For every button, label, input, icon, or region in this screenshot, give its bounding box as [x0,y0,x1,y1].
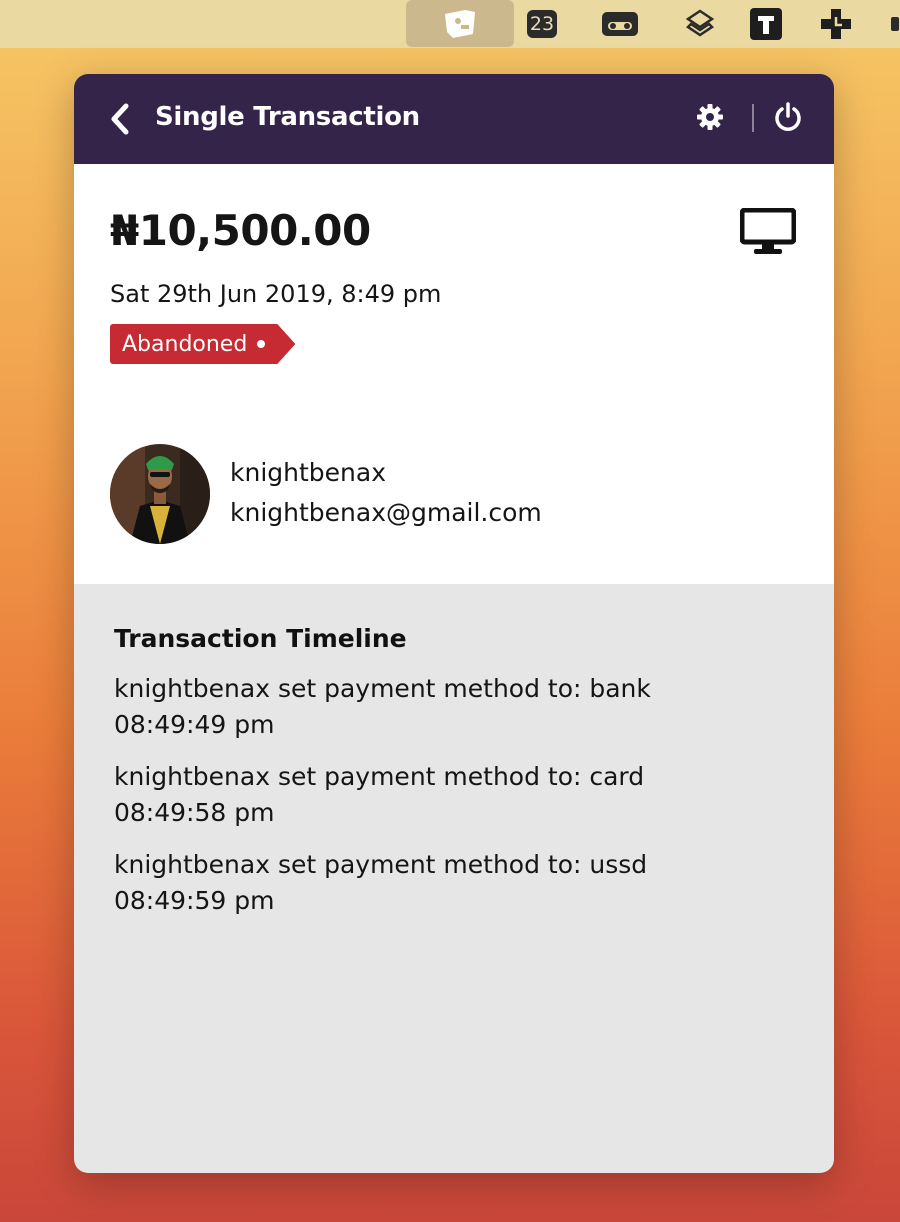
settings-button[interactable] [696,103,724,131]
plus-cross-icon [819,7,853,41]
transaction-datetime: Sat 29th Jun 2019, 8:49 pm [110,280,442,308]
app-tag-icon [441,8,479,40]
logout-button[interactable] [773,102,803,132]
desktop-monitor-icon [739,207,797,256]
menubar-item-tag-app[interactable] [406,0,514,47]
timeline-event-text: knightbenax set payment method to: card [114,762,645,791]
header-divider [752,104,754,132]
layers-icon [684,8,716,40]
timeline-event-time: 08:49:49 pm [114,710,275,739]
menubar-item-overflow[interactable] [890,0,900,48]
panel-header: Single Transaction [74,74,834,164]
page-title: Single Transaction [155,102,420,132]
calendar-badge-icon: 23 [527,10,557,38]
timeline-event: knightbenax set payment method to: bank … [114,671,794,743]
timeline-event-text: knightbenax set payment method to: ussd [114,850,648,879]
transaction-summary: ₦10,500.00 Sat 29th Jun 2019, 8:49 pm Ab… [74,164,834,584]
menubar-item-plus[interactable] [816,0,856,48]
menubar-item-cassette[interactable] [598,0,642,48]
timeline-event-time: 08:49:59 pm [114,886,275,915]
avatar [110,444,210,544]
status-dot-icon [257,340,265,348]
overflow-icon [891,17,899,31]
status-badge: Abandoned [110,324,295,364]
status-label: Abandoned [122,331,248,357]
customer-username: knightbenax [230,458,386,487]
transaction-amount: ₦10,500.00 [110,206,371,255]
menubar-item-layers[interactable] [680,0,720,48]
timeline-event-text: knightbenax set payment method to: bank [114,674,651,703]
gear-icon [697,104,723,130]
cassette-icon [601,10,639,38]
menubar-item-calendar[interactable]: 23 [522,0,562,48]
customer-email: knightbenax@gmail.com [230,498,542,527]
timeline-event: knightbenax set payment method to: ussd … [114,847,794,919]
timeline-title: Transaction Timeline [114,624,407,653]
menubar-item-t-app[interactable] [748,0,784,48]
transaction-timeline: Transaction Timeline knightbenax set pay… [74,584,834,975]
menu-bar: 23 [0,0,900,48]
timeline-event-time: 08:49:58 pm [114,798,275,827]
power-icon [775,102,801,131]
t-app-icon [750,8,782,40]
timeline-event: knightbenax set payment method to: card … [114,759,794,831]
transaction-panel: Single Transaction ₦10,500.00 Sat 29th J… [74,74,834,1173]
back-button[interactable] [106,102,132,136]
chevron-left-icon [111,103,129,135]
